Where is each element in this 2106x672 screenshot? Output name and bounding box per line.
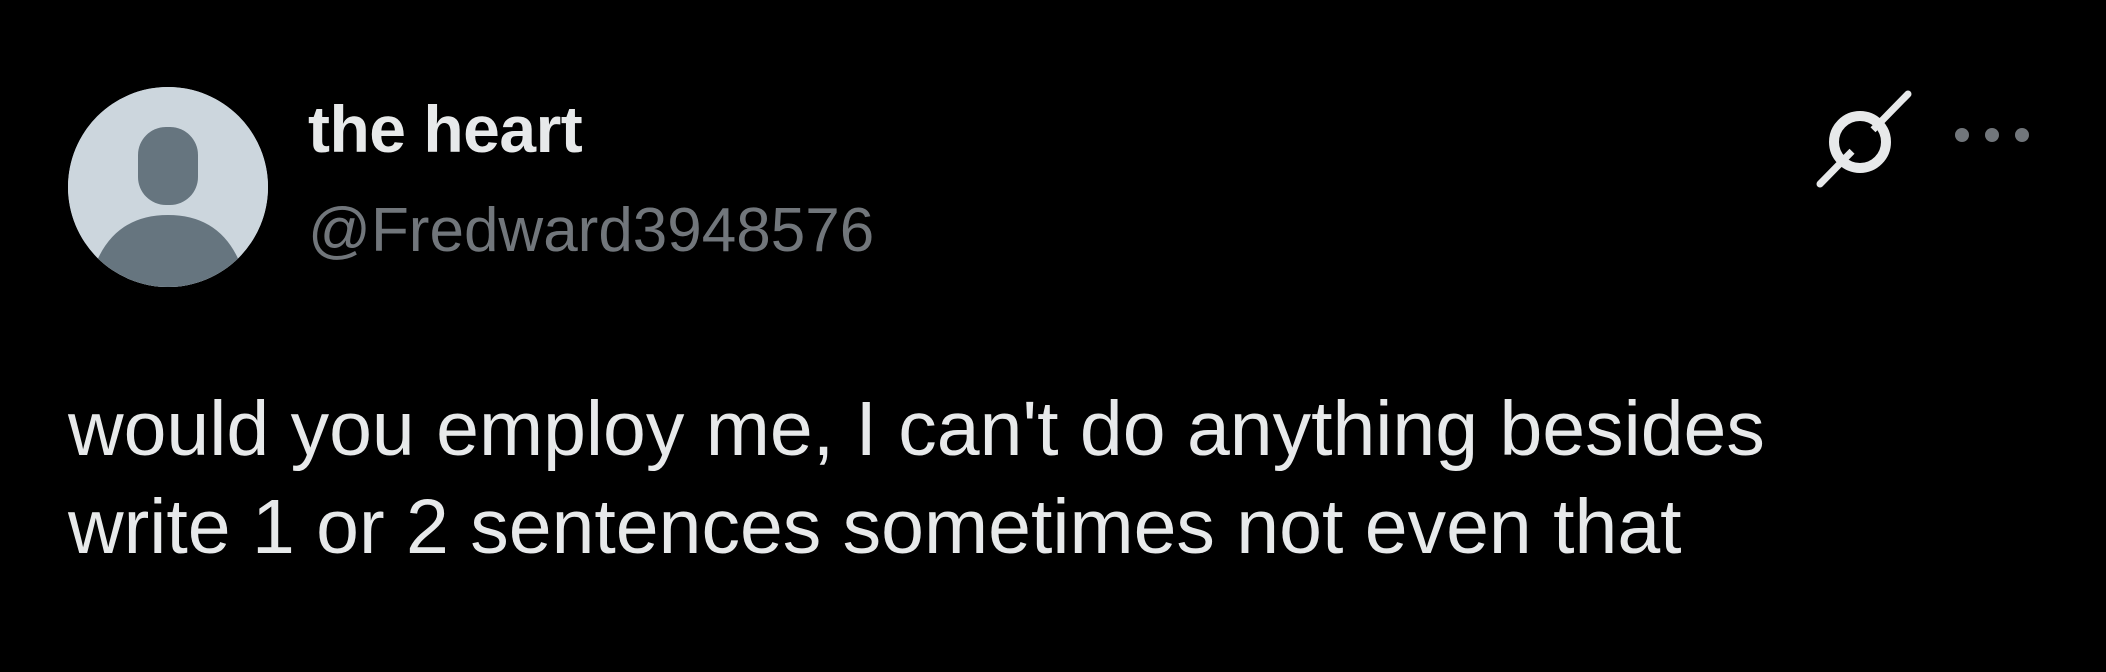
- author-display-name[interactable]: the heart: [308, 96, 583, 162]
- tweet-text-line: write 1 or 2 sentences sometimes not eve…: [68, 484, 1682, 570]
- author-handle[interactable]: @Fredward3948576: [308, 200, 874, 262]
- grok-icon[interactable]: [1808, 88, 1918, 188]
- default-avatar-icon: [68, 87, 268, 287]
- tweet-card: the heart @Fredward3948576 would you emp…: [0, 0, 2106, 672]
- tweet-text: would you employ me, I can't do anything…: [68, 380, 2068, 576]
- tweet-text-line: would you employ me, I can't do anything…: [68, 386, 1765, 472]
- more-options-icon[interactable]: [1952, 118, 2032, 152]
- author-avatar[interactable]: [68, 87, 268, 287]
